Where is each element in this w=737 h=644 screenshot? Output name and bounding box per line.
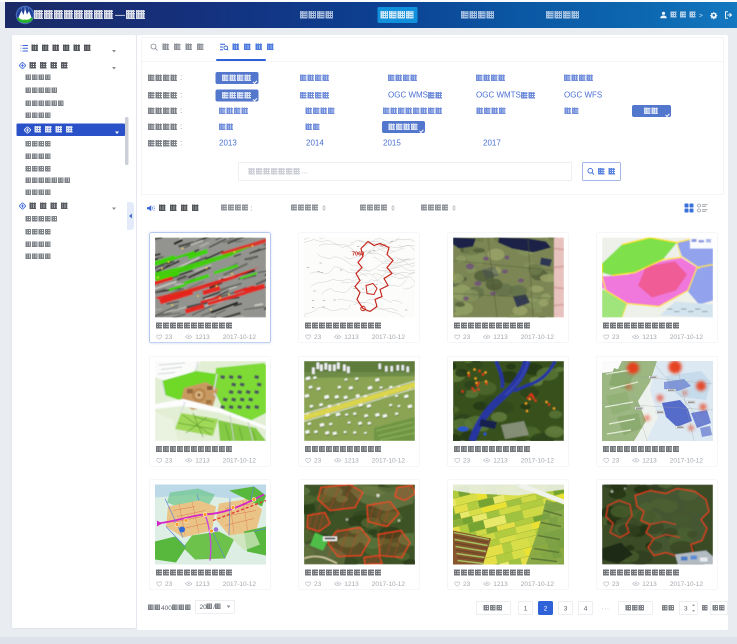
svg-text:764: 764	[379, 243, 386, 248]
svg-text:7060: 7060	[352, 252, 364, 258]
